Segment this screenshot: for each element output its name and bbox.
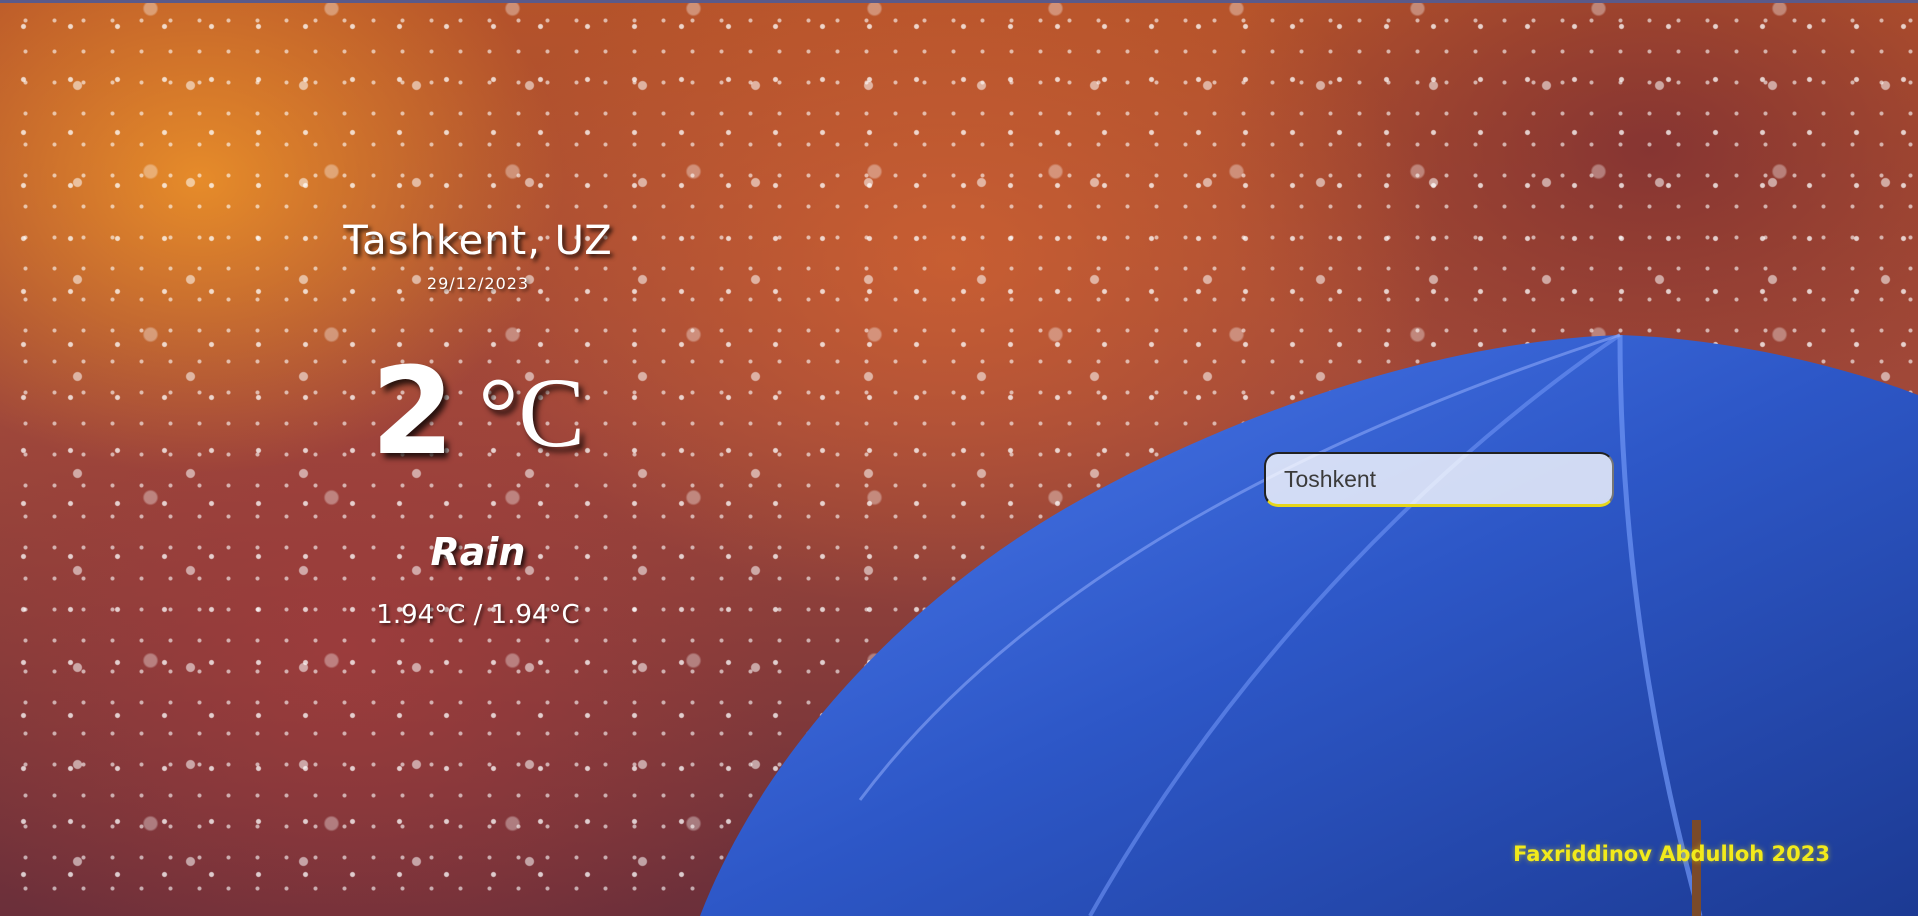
top-border bbox=[0, 0, 1918, 3]
weather-condition: Rain bbox=[430, 530, 526, 574]
temperature-value: 2 bbox=[370, 343, 455, 482]
temperature-unit: °C bbox=[478, 357, 586, 468]
temperature-display: 2 °C bbox=[278, 348, 678, 478]
city-name: Tashkent, UZ bbox=[343, 218, 613, 264]
temperature-range: 1.94°C / 1.94°C bbox=[376, 600, 580, 630]
city-search-input[interactable] bbox=[1264, 452, 1614, 507]
current-date: 29/12/2023 bbox=[426, 274, 530, 293]
author-credit: Faxriddinov Abdulloh 2023 bbox=[1513, 842, 1830, 866]
